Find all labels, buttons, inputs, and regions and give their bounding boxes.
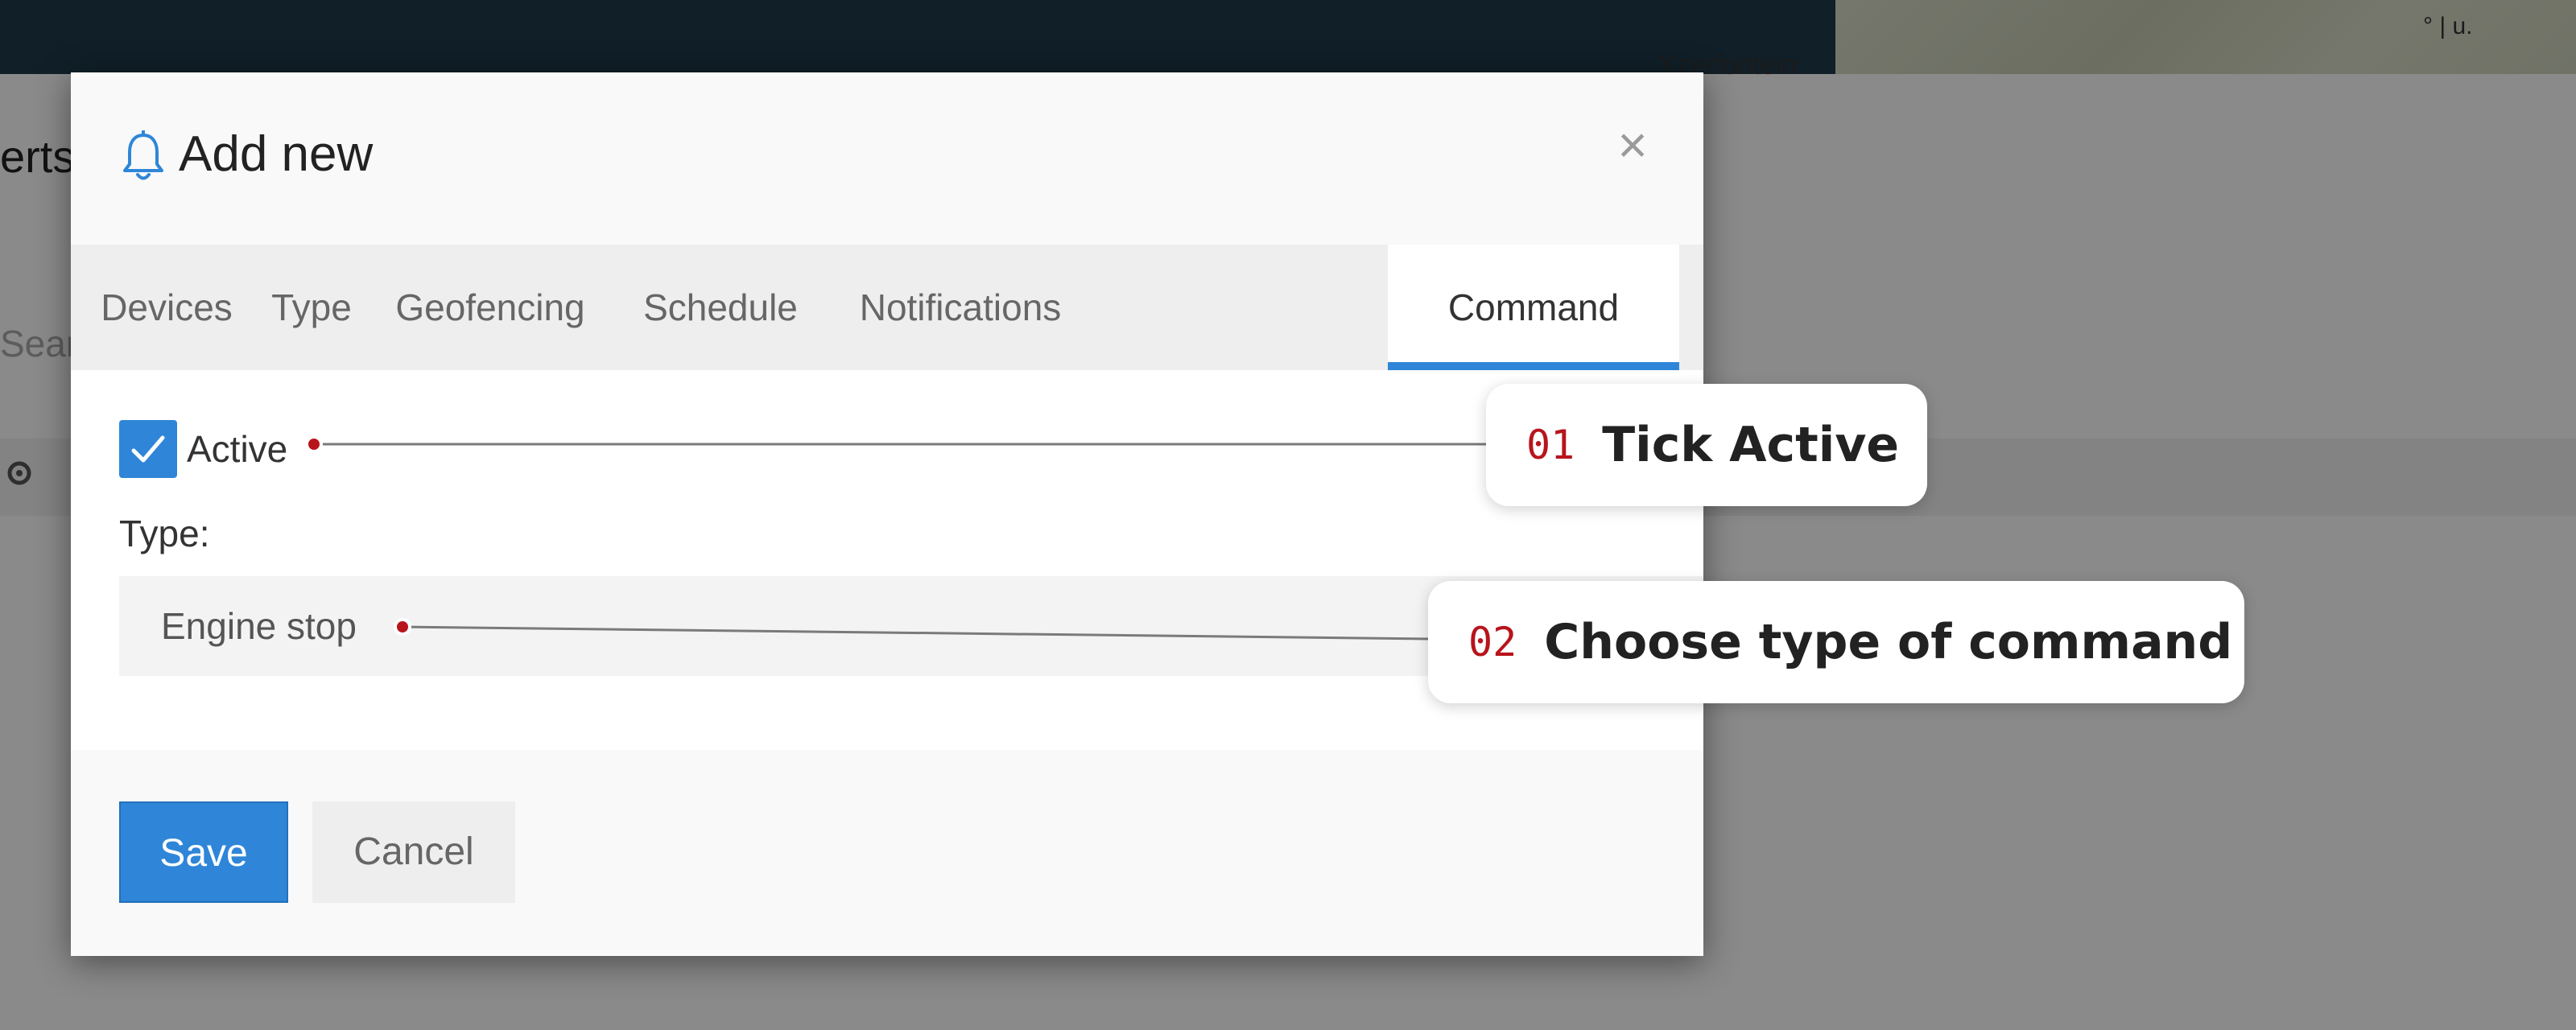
leader-line-02 [402,625,1430,641]
annotation-text: Tick Active [1602,417,1900,473]
annotation-dot-02 [394,618,411,636]
annotation-number: 01 [1526,422,1575,468]
annotation-callout-01: 01 Tick Active [1486,384,1927,506]
annotation-number: 02 [1468,619,1517,665]
annotation-dot-01 [305,435,323,453]
annotation-callout-02: 02 Choose type of command [1428,581,2244,703]
annotation-text: Choose type of command [1544,614,2233,670]
annotation-leader-lines [314,443,1488,641]
